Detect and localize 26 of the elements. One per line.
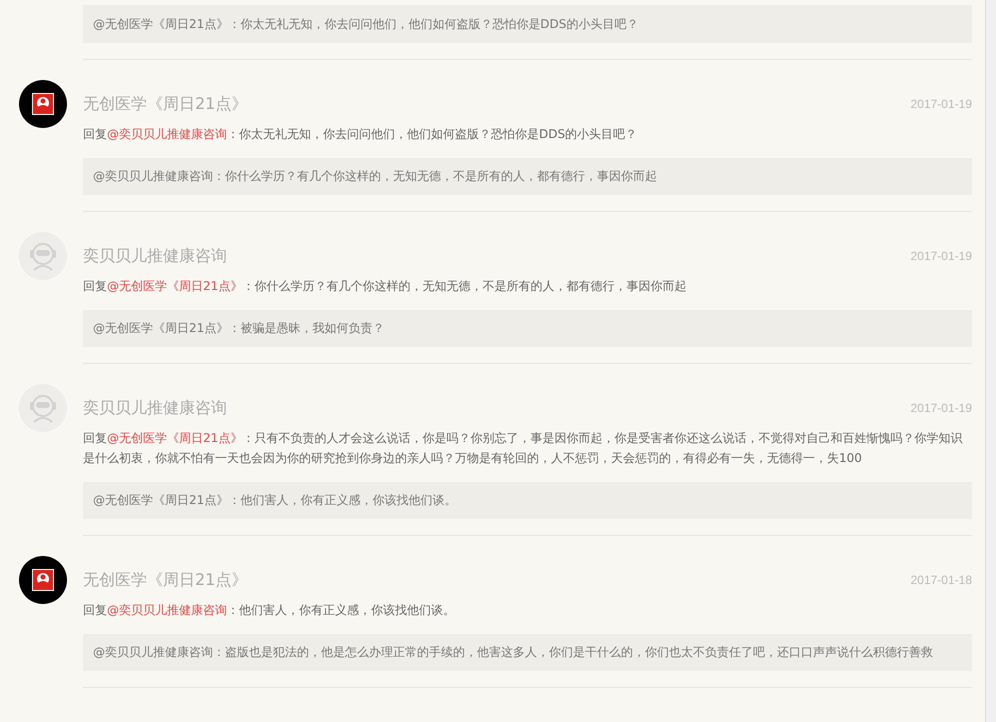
mention-link[interactable]: @无创医学《周日21点》 bbox=[107, 279, 242, 293]
avatar-icon bbox=[19, 80, 67, 128]
comment-date: 2017-01-19 bbox=[910, 97, 972, 111]
author-name[interactable]: 奕贝贝儿推健康咨询 bbox=[83, 246, 227, 266]
mention-link[interactable]: @奕贝贝儿推健康咨询 bbox=[107, 127, 227, 141]
avatar-icon bbox=[19, 232, 67, 280]
comment-date: 2017-01-18 bbox=[910, 573, 972, 587]
reply-text: 回复@奕贝贝儿推健康咨询：他们害人，你有正义感，你该找他们谈。 bbox=[83, 602, 456, 619]
quote-box: @无创医学《周日21点》：他们害人，你有正义感，你该找他们谈。 bbox=[83, 482, 972, 519]
quote-box: @奕贝贝儿推健康咨询：盗版也是犯法的，他是怎么办理正常的手续的，他害这多人，你们是干什么的，你们也太不负责任了吧，还口口声声说什么积德行善救 bbox=[83, 634, 972, 671]
reply-text: 回复@无创医学《周日21点》：你什么学历？有几个你这样的，无知无德，不是所有的人，都有德行，事因你而起 bbox=[83, 278, 688, 295]
reply-text: 回复@奕贝贝儿推健康咨询：你太无礼无知，你去问问他们，他们如何盗版？恐怕你是DDS的小头目吧？ bbox=[83, 126, 638, 143]
quote-box: @无创医学《周日21点》：你太无礼无知，你去问问他们，他们如何盗版？恐怕你是DDS的小头目吧？ bbox=[83, 5, 972, 43]
mention-link[interactable]: @无创医学《周日21点》 bbox=[107, 431, 242, 445]
author-name[interactable]: 奕贝贝儿推健康咨询 bbox=[83, 398, 227, 418]
author-name[interactable]: 无创医学《周日21点》 bbox=[83, 570, 248, 590]
avatar-icon bbox=[19, 384, 67, 432]
reply-text: 回复@无创医学《周日21点》：只有不负责的人才会这么说话，你是吗？你别忘了，事是因你而起，你是受害者你还这么说话，不觉得对自己和百姓惭愧吗？你学知识是什么初衷，你就不怕有一天也会因为你的研究抢到你身边的亲人吗？万物是有轮回的，人不惩罚，天会惩罚的，有得必有一失，无德得一，失100 bbox=[83, 430, 964, 467]
scrollbar[interactable] bbox=[985, 0, 996, 722]
author-name[interactable]: 无创医学《周日21点》 bbox=[83, 94, 248, 114]
comment-date: 2017-01-19 bbox=[910, 249, 972, 263]
quote-box: @无创医学《周日21点》：被骗是愚昧，我如何负责？ bbox=[83, 310, 972, 347]
quote-box: @奕贝贝儿推健康咨询：你什么学历？有几个你这样的，无知无德，不是所有的人，都有德行，事因你而起 bbox=[83, 158, 972, 195]
avatar-icon bbox=[19, 556, 67, 604]
comment-date: 2017-01-19 bbox=[910, 401, 972, 415]
mention-link[interactable]: @奕贝贝儿推健康咨询 bbox=[107, 603, 227, 617]
